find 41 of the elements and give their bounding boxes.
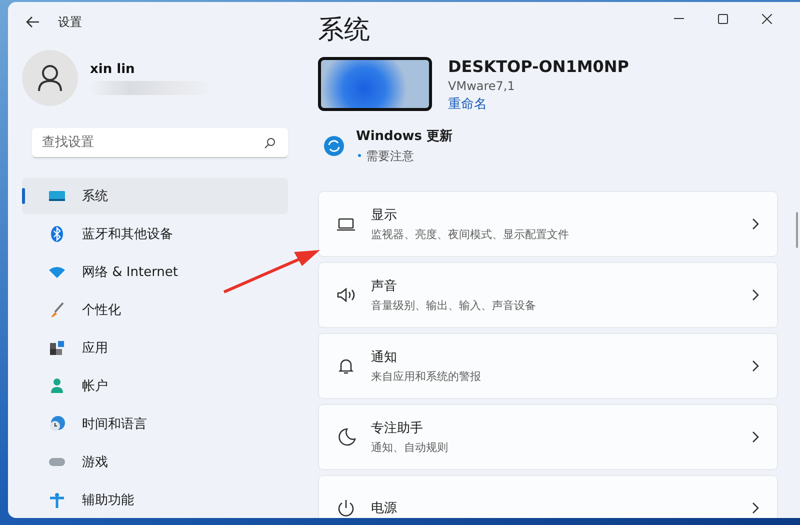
chevron-icon (751, 431, 759, 443)
window-title: 设置 (58, 14, 82, 30)
back-icon[interactable] (26, 16, 40, 28)
settings-card[interactable]: 专注助手 通知、自动规则 (318, 404, 778, 470)
minimize-icon (674, 18, 684, 20)
sidebar-item[interactable]: 网络 & Internet (22, 254, 288, 290)
accessibility-icon (48, 491, 66, 509)
settings-card[interactable]: 显示 监视器、亮度、夜间模式、显示配置文件 (318, 191, 778, 257)
bluetooth-icon (48, 225, 66, 243)
rename-link[interactable]: 重命名 (448, 95, 487, 113)
search-field[interactable]: 查找设置 (32, 128, 288, 158)
chevron-icon (751, 502, 759, 514)
sidebar-item[interactable]: 个性化 (22, 292, 288, 328)
chevron-icon (751, 289, 759, 301)
update-title: Windows 更新 (356, 128, 453, 145)
brush-icon (48, 301, 66, 319)
clock-globe-icon (48, 415, 66, 433)
search-icon (264, 137, 276, 149)
scrollbar[interactable] (796, 212, 798, 248)
close-icon (762, 14, 772, 24)
maximize-icon (718, 14, 728, 24)
sidebar-item[interactable]: 辅助功能 (22, 482, 288, 518)
chevron-icon (751, 360, 759, 372)
chevron-icon (751, 218, 759, 230)
sidebar-item[interactable]: 帐户 (22, 368, 288, 404)
user-name: xin lin (90, 62, 136, 76)
person-icon (48, 377, 66, 395)
sync-icon (324, 136, 344, 156)
update-status: 需要注意 (356, 148, 453, 165)
settings-card[interactable]: 通知 来自应用和系统的警报 (318, 333, 778, 399)
device-model: VMware7,1 (448, 79, 516, 93)
device-name: DESKTOP-ON1M0NP (448, 57, 630, 76)
sidebar-item[interactable]: 游戏 (22, 444, 288, 480)
sidebar-item[interactable]: 系统 (22, 178, 288, 214)
sidebar-item[interactable]: 时间和语言 (22, 406, 288, 442)
page-title: 系统 (318, 14, 370, 47)
settings-card[interactable]: 电源 (318, 475, 778, 518)
sidebar-item[interactable]: 应用 (22, 330, 288, 366)
sidebar-item[interactable]: 蓝牙和其他设备 (22, 216, 288, 252)
apps-icon (48, 339, 66, 357)
settings-card[interactable]: 声音 音量级别、输出、输入、声音设备 (318, 262, 778, 328)
